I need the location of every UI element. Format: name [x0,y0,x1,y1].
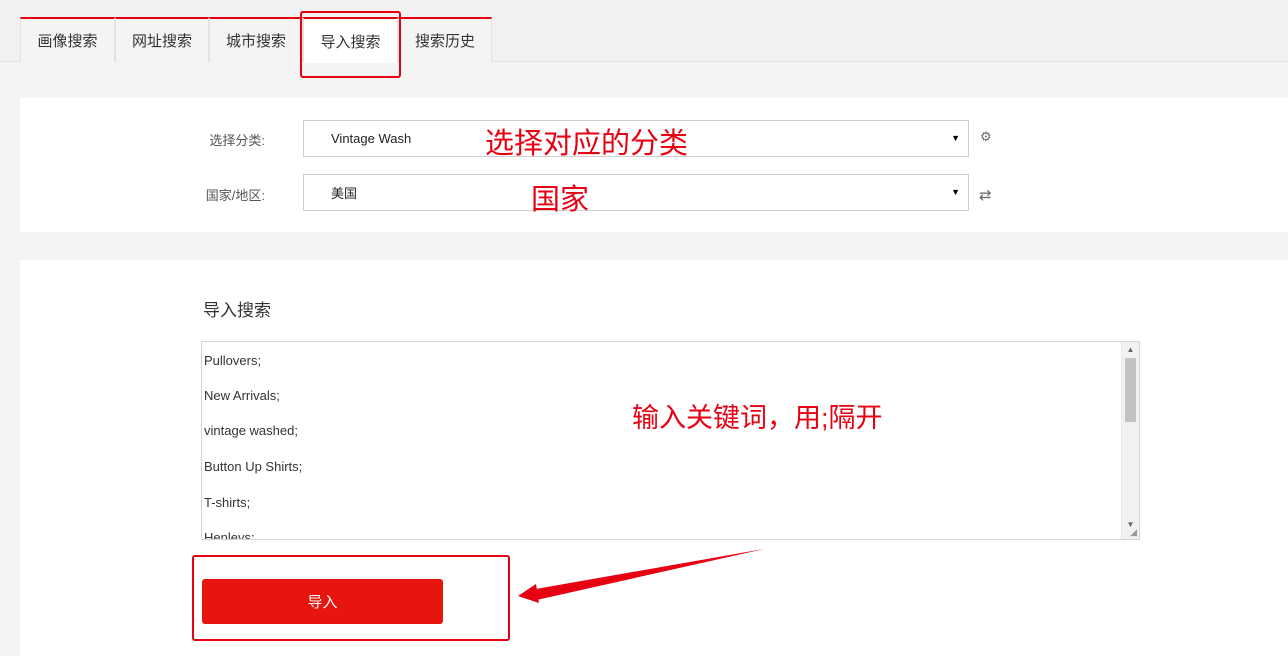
keyword-line: Pullovers; [204,353,262,368]
keyword-line: Henleys; [204,530,255,540]
country-select[interactable]: 美国 ▼ [303,174,969,211]
tab-highlight-box [300,11,401,78]
tab-city-search[interactable]: 城市搜索 [209,17,303,62]
tab-profile-search[interactable]: 画像搜索 [20,17,115,62]
keyword-line: T-shirts; [204,495,251,510]
resize-handle-icon[interactable]: ◢ [1130,527,1137,538]
filter-panel [20,98,1288,232]
section-title: 导入搜索 [203,301,271,320]
category-label: 选择分类: [209,133,265,148]
chevron-down-icon: ▼ [951,133,960,143]
category-value: Vintage Wash [331,131,412,146]
textarea-scrollbar[interactable]: ▲ ▼ [1121,342,1139,539]
tab-search-history[interactable]: 搜索历史 [398,17,492,62]
scroll-thumb[interactable] [1125,358,1136,422]
country-label: 国家/地区: [205,188,265,203]
keywords-annotation: 输入关键词，用;隔开 [632,403,883,433]
settings-list-icon[interactable]: ⚙︎ [980,129,992,145]
country-value: 美国 [331,186,358,201]
tab-url-search[interactable]: 网址搜索 [115,17,209,62]
swap-icon[interactable]: ⇄ [979,186,992,204]
keyword-line: New Arrivals; [204,388,280,403]
button-highlight-box [192,555,510,641]
category-annotation: 选择对应的分类 [485,128,689,160]
keywords-textarea[interactable]: Pullovers; New Arrivals; vintage washed;… [201,341,1140,540]
scroll-up-icon[interactable]: ▲ [1122,342,1139,358]
keyword-line: vintage washed; [204,423,298,438]
chevron-down-icon: ▼ [951,187,960,197]
country-annotation: 国家 [531,184,590,216]
keyword-line: Button Up Shirts; [204,459,303,474]
